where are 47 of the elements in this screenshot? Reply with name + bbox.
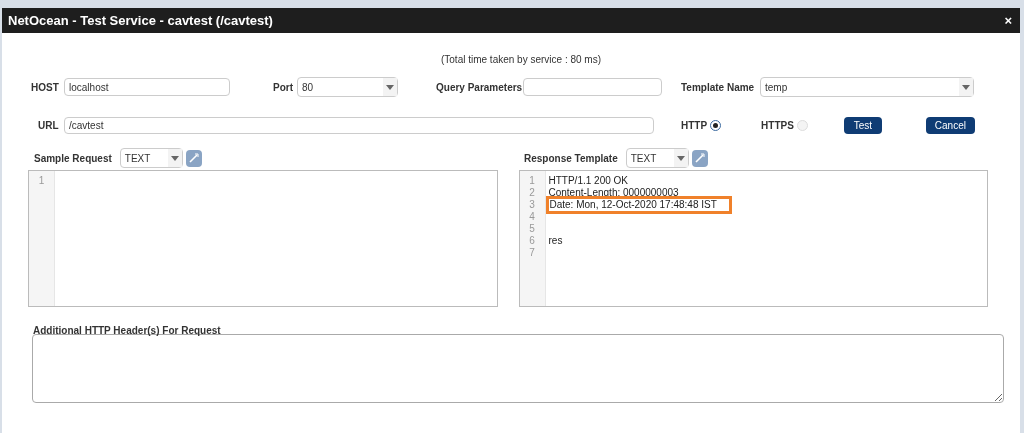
host-field[interactable]: localhost [64, 78, 230, 96]
template-select[interactable]: temp [760, 77, 974, 97]
format-select[interactable]: TEXT [119, 148, 183, 168]
line-number: 6 [529, 235, 535, 247]
line-number: 4 [529, 211, 535, 223]
wand-button[interactable] [185, 149, 202, 167]
line-number: 5 [529, 223, 535, 235]
field-label: Query Parameters [436, 80, 520, 95]
action-button[interactable]: Test [843, 116, 882, 134]
close-button[interactable]: × [1004, 10, 1012, 31]
window-title: NetOcean - Test Service - cavtest (/cavtest) [8, 11, 273, 30]
line-number: 7 [529, 247, 535, 259]
code-editor[interactable]: 1 2 3 4 5 6 7 HTTP/1.1 200 OK Content-Length: 0000000003 Date: Mon, 12-Oct-2020 17:48:48 IST res [518, 170, 988, 307]
code-line: res [548, 235, 563, 246]
line-number: 1 [529, 175, 535, 187]
url-field[interactable]: /cavtest [64, 116, 654, 134]
section-label: Sample Request [34, 151, 112, 166]
action-button[interactable]: Cancel [925, 116, 975, 134]
caret-icon [962, 84, 970, 90]
timing-text: (Total time taken by service : 80 ms) [440, 53, 602, 67]
port-select[interactable]: 80 [297, 77, 398, 97]
field-label: URL [38, 118, 60, 133]
radio-label: HTTP [681, 118, 708, 133]
section-label: Additional HTTP Header(s) For Request [33, 325, 221, 336]
line-number: 3 [529, 199, 535, 211]
query-parameters-field[interactable] [523, 78, 662, 96]
field-label: Port [273, 80, 293, 95]
radio-button[interactable] [710, 119, 722, 131]
format-select[interactable]: TEXT [625, 148, 689, 168]
line-number: 1 [38, 175, 45, 187]
caret-icon [386, 84, 394, 90]
code-line: Content-Length: 0000000003 [548, 187, 679, 198]
wand-button[interactable] [691, 149, 708, 167]
headers-textarea[interactable] [32, 334, 1004, 403]
radio-label: HTTPS [761, 118, 794, 133]
radio-option[interactable]: HTTPS [761, 117, 808, 133]
field-label: Template Name [681, 80, 756, 95]
code-line: HTTP/1.1 200 OK [548, 175, 628, 186]
section-label: Response Template [524, 151, 618, 166]
wand-icon [694, 153, 705, 163]
wand-icon [188, 153, 199, 163]
caret-icon [676, 155, 685, 161]
radio-option[interactable]: HTTP [681, 117, 722, 133]
code-line: Date: Mon, 12-Oct-2020 17:48:48 IST [549, 199, 717, 210]
line-number: 2 [529, 187, 535, 199]
caret-icon [170, 155, 179, 161]
field-label: HOST [31, 80, 59, 95]
